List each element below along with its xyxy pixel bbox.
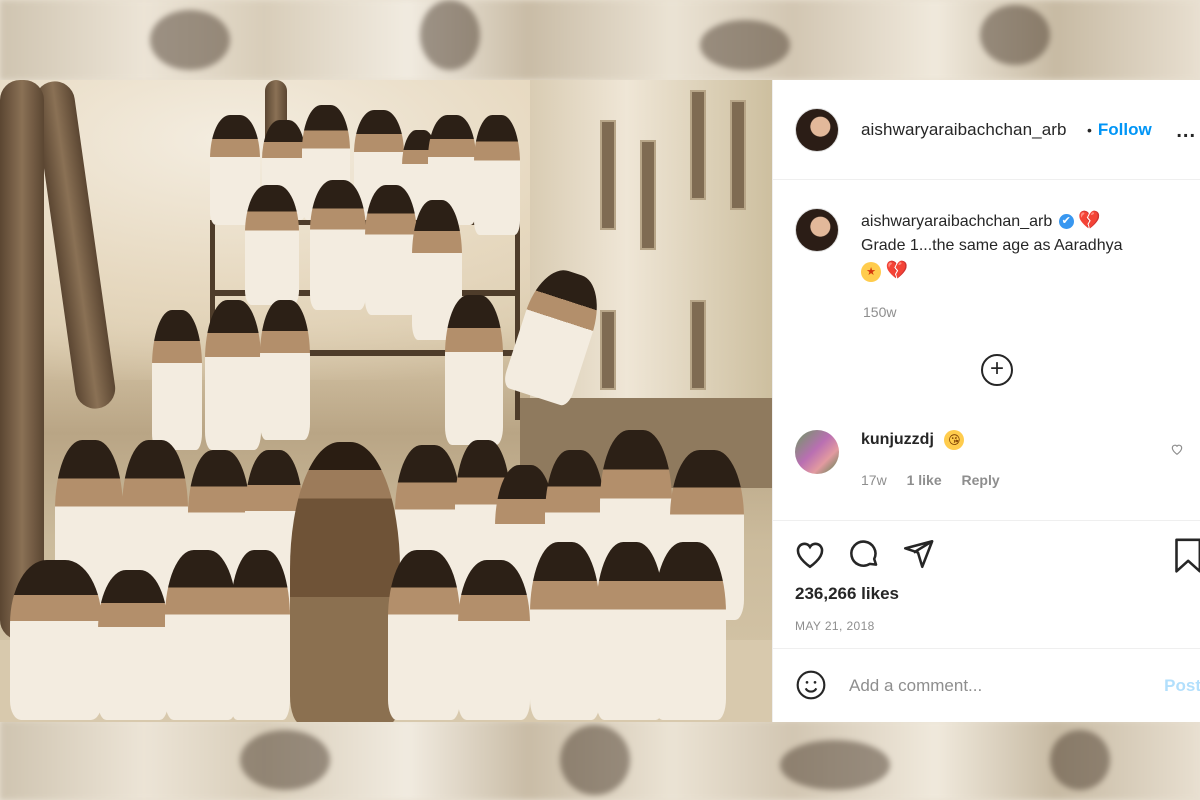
comment-timestamp[interactable]: 17w [861,472,887,488]
separator-dot: • [1087,121,1092,138]
author-avatar[interactable] [795,107,839,152]
share-paper-plane-icon[interactable] [901,537,935,571]
post-actions: 236,266 likes MAY 21, 2018 Add a comment… [773,520,1200,722]
post-caption: aishwaryaraibachchan_arb ✔ 💔 Grade 1...t… [795,208,1195,284]
instagram-post: aishwaryaraibachchan_arb • Follow ... ai… [0,80,1200,722]
save-bookmark-icon[interactable] [1173,537,1200,573]
likes-count[interactable]: 236,266 likes [795,584,899,604]
author-username[interactable]: aishwaryaraibachchan_arb [861,120,1081,140]
emoji-picker-icon[interactable] [795,669,827,701]
broken-heart-emoji-icon: 💔 [885,260,908,280]
add-comment-bar: Add a comment... Post [773,648,1200,723]
broken-heart-emoji-icon: 💔 [1078,210,1101,230]
comment-like-heart-icon[interactable] [1170,440,1184,461]
more-options-icon[interactable]: ... [1176,120,1196,143]
star-struck-emoji-icon: ★ [861,261,881,282]
blurred-background-bottom [0,720,1200,800]
add-comment-input[interactable]: Add a comment... [849,676,982,696]
post-header: aishwaryaraibachchan_arb • Follow ... [773,80,1200,180]
post-date[interactable]: MAY 21, 2018 [795,619,875,633]
commenter-username[interactable]: kunjuzzdj [861,431,934,448]
comment-bubble-icon[interactable] [847,537,881,571]
comment-item: kunjuzzdj 😘 17w 1 like Reply [795,430,1195,488]
load-more-comments-icon[interactable]: + [981,354,1013,386]
caption-text: Grade 1...the same age as Aaradhya [861,237,1123,254]
kiss-emoji-icon: 😘 [944,430,965,450]
caption-username[interactable]: aishwaryaraibachchan_arb [861,213,1052,230]
verified-badge-icon: ✔ [1058,214,1074,230]
caption-timestamp[interactable]: 150w [863,304,896,320]
post-sidebar: aishwaryaraibachchan_arb • Follow ... ai… [772,80,1200,722]
commenter-avatar[interactable] [795,430,839,474]
comment-likes[interactable]: 1 like [907,472,942,488]
blurred-background-top [0,0,1200,80]
like-heart-icon[interactable] [793,537,827,571]
caption-avatar[interactable] [795,208,839,252]
post-comment-button[interactable]: Post [1164,676,1200,696]
follow-button[interactable]: Follow [1098,120,1152,140]
reply-button[interactable]: Reply [962,472,1000,488]
post-photo[interactable] [0,80,772,722]
